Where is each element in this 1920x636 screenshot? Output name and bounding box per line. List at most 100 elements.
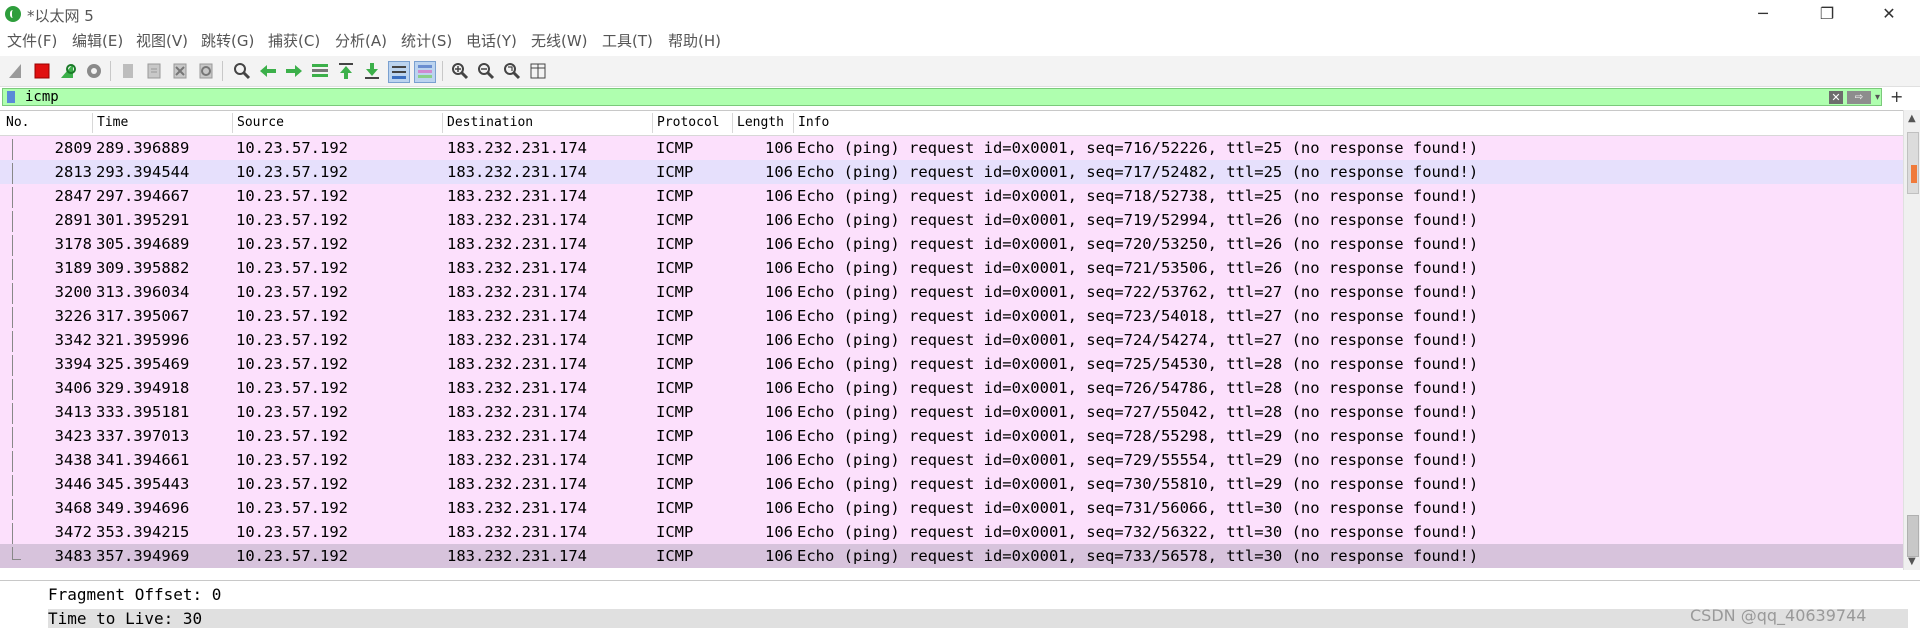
- cell-protocol: ICMP: [656, 235, 694, 253]
- packet-row[interactable]: 2891 301.395291 10.23.57.192 183.232.231.17…: [0, 208, 1904, 235]
- scrollbar-minimap[interactable]: [1907, 132, 1919, 194]
- cell-source: 10.23.57.192: [236, 475, 348, 493]
- menu-go[interactable]: 跳转(G): [201, 30, 254, 51]
- packet-row[interactable]: 3226 317.395067 10.23.57.192 183.232.231.17…: [0, 304, 1904, 331]
- cell-no: 2809: [54, 139, 92, 157]
- column-time[interactable]: Time: [97, 115, 128, 130]
- go-last-icon[interactable]: [362, 61, 382, 81]
- reload-file-icon[interactable]: [196, 61, 216, 81]
- column-info[interactable]: Info: [798, 115, 829, 130]
- cell-time: 309.395882: [96, 259, 190, 277]
- column-protocol[interactable]: Protocol: [657, 115, 720, 130]
- cell-time: 317.395067: [96, 307, 190, 325]
- column-source[interactable]: Source: [237, 115, 284, 130]
- cell-destination: 183.232.231.174: [447, 283, 587, 301]
- close-file-icon[interactable]: [170, 61, 190, 81]
- menu-capture[interactable]: 捕获(C): [268, 30, 320, 51]
- clear-filter-icon[interactable]: ✕: [1829, 91, 1843, 104]
- go-to-packet-icon[interactable]: [310, 61, 330, 81]
- menu-file[interactable]: 文件(F): [7, 30, 57, 51]
- packet-row[interactable]: 2847 297.394667 10.23.57.192 183.232.231.17…: [0, 184, 1904, 211]
- main-toolbar: [0, 56, 1920, 87]
- column-destination[interactable]: Destination: [447, 115, 533, 130]
- add-filter-button[interactable]: +: [1890, 87, 1903, 106]
- cell-length: 106: [765, 235, 793, 253]
- menu-analyze[interactable]: 分析(A): [335, 30, 387, 51]
- menu-statistics[interactable]: 统计(S): [401, 30, 452, 51]
- close-button[interactable]: ✕: [1866, 2, 1912, 26]
- column-no[interactable]: No.: [6, 115, 29, 130]
- packet-row[interactable]: 3406 329.394918 10.23.57.192 183.232.231.17…: [0, 376, 1904, 403]
- cell-length: 106: [765, 523, 793, 541]
- save-file-icon[interactable]: [144, 61, 164, 81]
- stop-capture-icon[interactable]: [32, 61, 52, 81]
- menu-telephony[interactable]: 电话(Y): [466, 30, 517, 51]
- go-forward-icon[interactable]: [284, 61, 304, 81]
- restart-capture-icon[interactable]: [58, 61, 78, 81]
- detail-fragment-offset[interactable]: Fragment Offset: 0: [48, 585, 221, 604]
- packet-list-scrollbar[interactable]: ▲ ▼: [1903, 110, 1920, 570]
- scrollbar-thumb[interactable]: [1907, 515, 1919, 557]
- capture-options-icon[interactable]: [84, 61, 104, 81]
- display-filter-input[interactable]: [25, 89, 1525, 105]
- cell-info: Echo (ping) request id=0x0001, seq=723/5…: [797, 307, 1479, 325]
- minimize-button[interactable]: ─: [1740, 2, 1786, 26]
- cell-time: 293.394544: [96, 163, 190, 181]
- zoom-in-icon[interactable]: [450, 61, 470, 81]
- zoom-normal-icon[interactable]: [502, 61, 522, 81]
- go-first-icon[interactable]: [336, 61, 356, 81]
- packet-row[interactable]: 3483 357.394969 10.23.57.192 183.232.231.17…: [0, 544, 1904, 568]
- resize-columns-icon[interactable]: [528, 61, 548, 81]
- packet-row[interactable]: 3438 341.394661 10.23.57.192 183.232.231.17…: [0, 448, 1904, 475]
- packet-row[interactable]: 3342 321.395996 10.23.57.192 183.232.231.17…: [0, 328, 1904, 355]
- cell-destination: 183.232.231.174: [447, 307, 587, 325]
- cell-length: 106: [765, 331, 793, 349]
- cell-protocol: ICMP: [656, 523, 694, 541]
- cell-no: 2891: [54, 211, 92, 229]
- cell-time: 301.395291: [96, 211, 190, 229]
- column-length[interactable]: Length: [737, 115, 784, 130]
- apply-filter-icon[interactable]: ⇨: [1847, 91, 1871, 104]
- open-file-icon[interactable]: [118, 61, 138, 81]
- cell-protocol: ICMP: [656, 139, 694, 157]
- packet-row[interactable]: 3423 337.397013 10.23.57.192 183.232.231.17…: [0, 424, 1904, 451]
- packet-row[interactable]: 3468 349.394696 10.23.57.192 183.232.231.17…: [0, 496, 1904, 523]
- cell-source: 10.23.57.192: [236, 187, 348, 205]
- colorize-icon[interactable]: [414, 61, 436, 83]
- packet-row[interactable]: 3200 313.396034 10.23.57.192 183.232.231.17…: [0, 280, 1904, 307]
- cell-destination: 183.232.231.174: [447, 163, 587, 181]
- cell-info: Echo (ping) request id=0x0001, seq=722/5…: [797, 283, 1479, 301]
- autoscroll-icon[interactable]: [388, 61, 410, 83]
- go-back-icon[interactable]: [258, 61, 278, 81]
- find-packet-icon[interactable]: [232, 61, 252, 81]
- menu-edit[interactable]: 编辑(E): [72, 30, 123, 51]
- scroll-down-icon[interactable]: ▼: [1908, 556, 1916, 567]
- scroll-up-icon[interactable]: ▲: [1908, 113, 1916, 124]
- packet-row[interactable]: 2813 293.394544 10.23.57.192 183.232.231.17…: [0, 160, 1904, 187]
- cell-length: 106: [765, 499, 793, 517]
- packet-row[interactable]: 3413 333.395181 10.23.57.192 183.232.231.17…: [0, 400, 1904, 427]
- cell-no: 3423: [54, 427, 92, 445]
- shark-fin-start-icon[interactable]: [6, 61, 26, 81]
- detail-time-to-live[interactable]: Time to Live: 30: [48, 609, 1908, 628]
- bookmark-icon[interactable]: [7, 91, 15, 103]
- menu-tools[interactable]: 工具(T): [602, 30, 653, 51]
- cell-time: 345.395443: [96, 475, 190, 493]
- packet-row[interactable]: 3446 345.395443 10.23.57.192 183.232.231.17…: [0, 472, 1904, 499]
- cell-time: 289.396889: [96, 139, 190, 157]
- filter-dropdown-icon[interactable]: ▾: [1875, 91, 1885, 104]
- zoom-out-icon[interactable]: [476, 61, 496, 81]
- packet-row[interactable]: 3189 309.395882 10.23.57.192 183.232.231.17…: [0, 256, 1904, 283]
- menu-wireless[interactable]: 无线(W): [531, 30, 588, 51]
- packet-row[interactable]: 3394 325.395469 10.23.57.192 183.232.231.17…: [0, 352, 1904, 379]
- menu-help[interactable]: 帮助(H): [668, 30, 721, 51]
- watermark: CSDN @qq_40639744: [1690, 606, 1867, 625]
- packet-row[interactable]: 3472 353.394215 10.23.57.192 183.232.231.17…: [0, 520, 1904, 547]
- cell-time: 321.395996: [96, 331, 190, 349]
- packet-row[interactable]: 2809 289.396889 10.23.57.192 183.232.231.17…: [0, 136, 1904, 163]
- packet-row[interactable]: 3178 305.394689 10.23.57.192 183.232.231.17…: [0, 232, 1904, 259]
- cell-time: 349.394696: [96, 499, 190, 517]
- display-filter-field[interactable]: ✕ ⇨ ▾: [2, 88, 1882, 106]
- menu-view[interactable]: 视图(V): [136, 30, 188, 51]
- maximize-button[interactable]: ❐: [1804, 2, 1850, 26]
